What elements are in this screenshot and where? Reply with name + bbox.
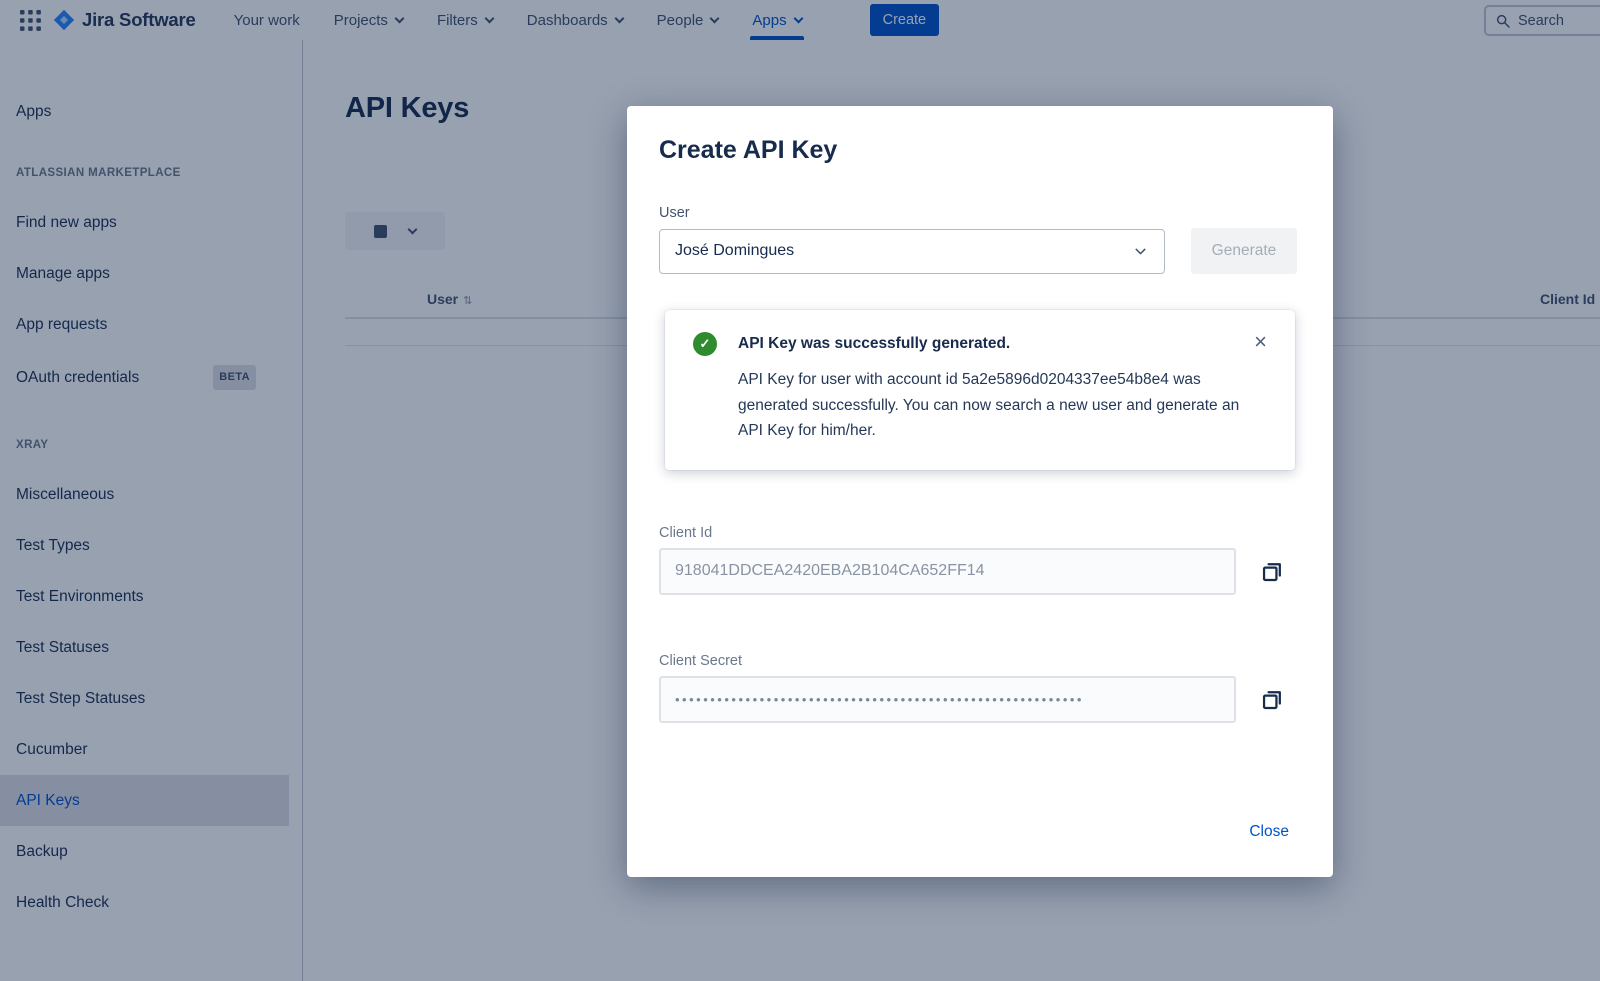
modal-title: Create API Key [659,136,1301,165]
success-check-icon: ✓ [693,332,717,356]
success-flag: ✓ API Key was successfully generated. × … [665,310,1295,470]
client-id-section: Client Id [659,525,1301,595]
user-select-value: José Domingues [675,242,794,260]
copy-client-id-button[interactable] [1259,556,1286,586]
client-id-input[interactable] [659,548,1236,595]
client-id-label: Client Id [659,525,1301,541]
generate-button[interactable]: Generate [1191,228,1297,274]
flag-close-icon[interactable]: × [1254,332,1267,352]
flag-title: API Key was successfully generated. [738,335,1241,353]
client-secret-section: Client Secret [659,653,1301,723]
create-api-key-modal: Create API Key User José Domingues Gener… [627,106,1333,877]
close-button[interactable]: Close [1249,823,1289,841]
chevron-down-icon [1132,243,1149,260]
copy-client-secret-button[interactable] [1259,684,1286,714]
user-section: User José Domingues Generate [659,205,1301,274]
user-label: User [659,205,1301,221]
client-secret-label: Client Secret [659,653,1301,669]
user-select[interactable]: José Domingues [659,229,1165,274]
copy-icon [1259,686,1286,713]
copy-icon [1259,558,1286,585]
flag-body: API Key for user with account id 5a2e589… [738,367,1241,444]
client-secret-input[interactable] [659,676,1236,723]
